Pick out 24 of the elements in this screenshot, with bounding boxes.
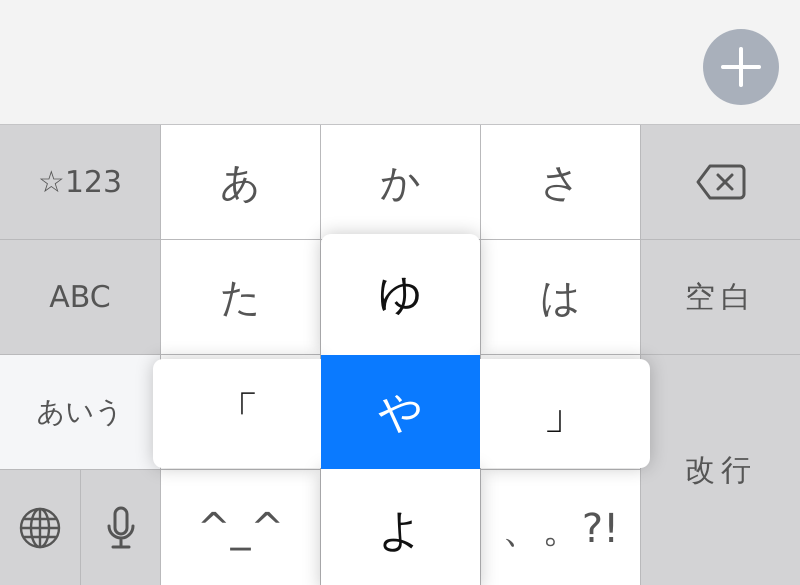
mode-key[interactable]: あいう — [0, 355, 160, 469]
backspace-key[interactable] — [641, 125, 800, 239]
space-key[interactable]: 空白 — [641, 240, 800, 354]
kana-key[interactable]: か — [321, 125, 480, 239]
flick-option[interactable]: よ — [321, 469, 480, 585]
kana-key[interactable]: は — [481, 240, 640, 354]
kana-key[interactable]: ^_^ — [161, 470, 320, 585]
flick-option[interactable]: ゆ — [321, 234, 480, 355]
return-key[interactable]: 改行 — [641, 355, 800, 585]
flick-option[interactable]: 」 — [480, 359, 650, 468]
globe-key[interactable] — [0, 470, 80, 585]
flick-option[interactable]: や — [321, 355, 480, 469]
kana-key[interactable]: た — [161, 240, 320, 354]
kana-key[interactable]: 、。?! — [481, 470, 640, 585]
mode-key[interactable]: ABC — [0, 240, 160, 354]
kana-key[interactable]: さ — [481, 125, 640, 239]
mode-key[interactable]: ☆123 — [0, 125, 160, 239]
globe-icon — [19, 507, 61, 549]
flick-option[interactable]: 「 — [153, 359, 321, 468]
backspace-icon — [696, 164, 746, 200]
microphone-icon — [106, 506, 136, 550]
plus-icon — [721, 47, 761, 87]
kana-key[interactable]: あ — [161, 125, 320, 239]
dictation-key[interactable] — [81, 470, 160, 585]
